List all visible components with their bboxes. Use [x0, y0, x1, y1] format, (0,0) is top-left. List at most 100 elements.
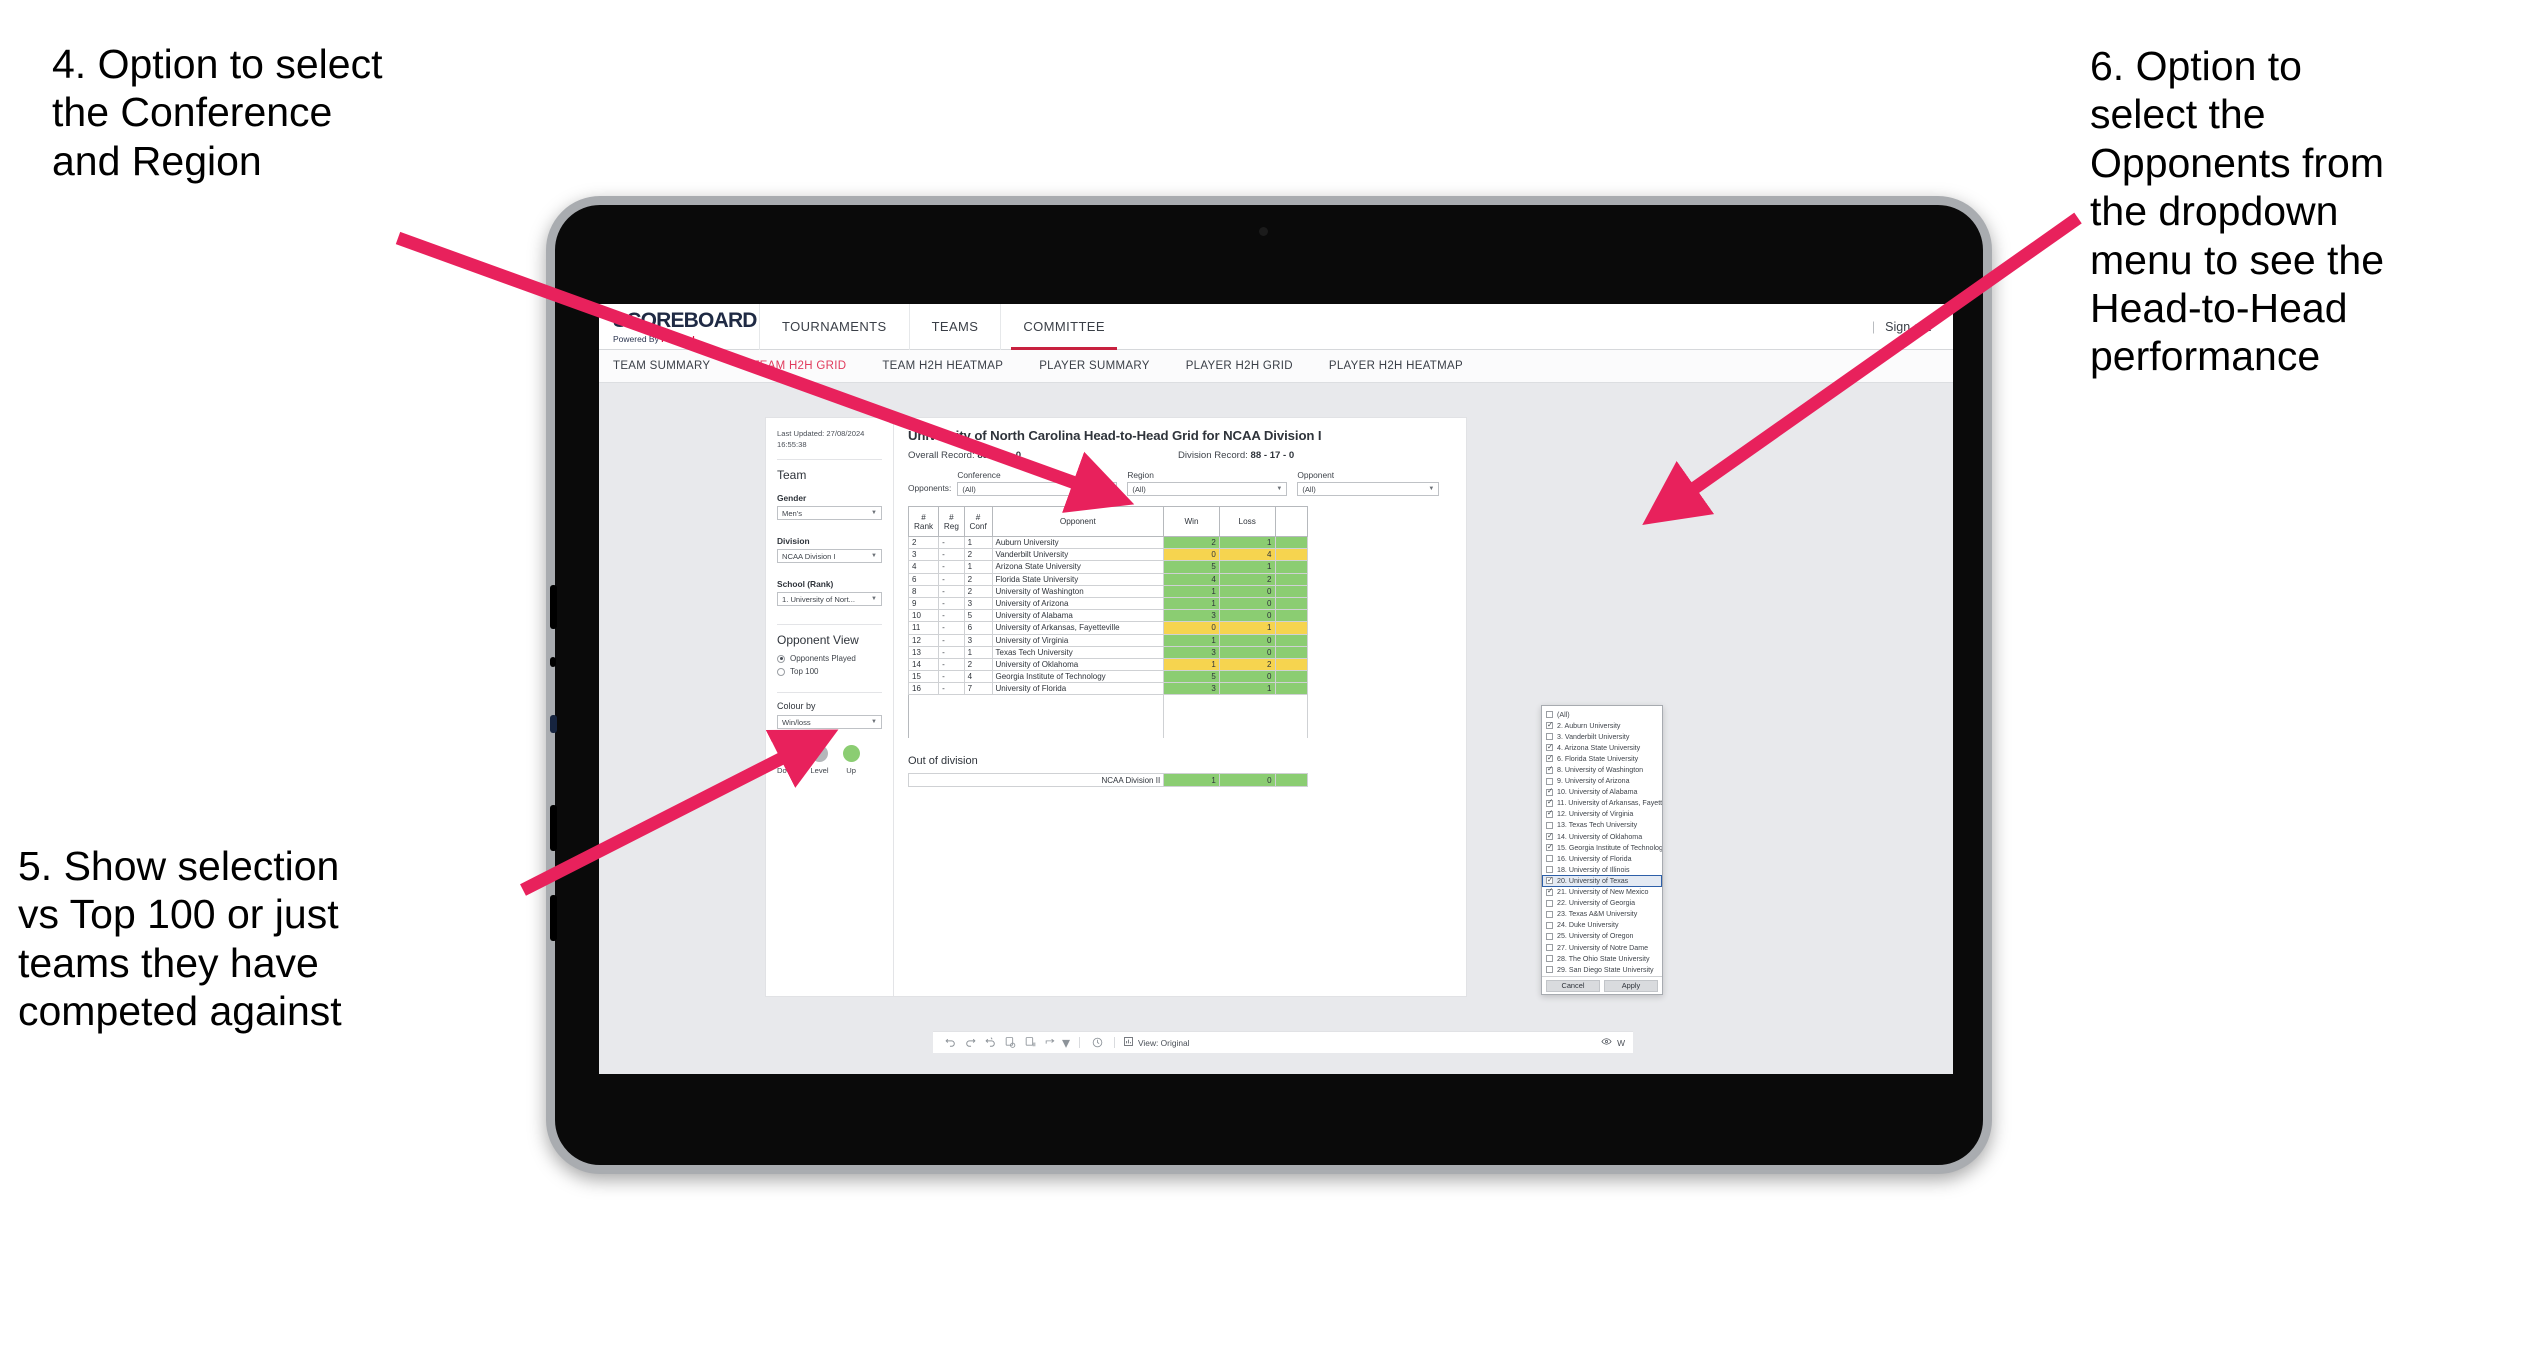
dropdown-item[interactable]: 12. University of Virginia: [1542, 809, 1662, 820]
checkbox-icon[interactable]: [1546, 876, 1553, 885]
subnav-team-summary[interactable]: TEAM SUMMARY: [613, 360, 734, 372]
checkbox-icon[interactable]: [1546, 866, 1553, 874]
checkbox-icon[interactable]: [1546, 899, 1553, 907]
dropdown-item[interactable]: 18. University of Illinois: [1542, 864, 1662, 875]
table-row[interactable]: 2-1 Auburn University 2 1: [907, 535, 1308, 550]
table-row[interactable]: 12-3 University of Virginia 1 0: [907, 633, 1308, 647]
dropdown-item[interactable]: 15. Georgia Institute of Technology: [1542, 842, 1662, 853]
cell-loss: 2: [1218, 657, 1276, 672]
revert-icon[interactable]: [981, 1035, 999, 1051]
table-row[interactable]: 9-3 University of Arizona 1 0: [907, 596, 1308, 611]
checkbox-icon[interactable]: [1546, 733, 1553, 741]
dropdown-item[interactable]: 25. University of Oregon: [1542, 931, 1662, 942]
checkbox-icon[interactable]: [1546, 966, 1553, 974]
dropdown-item[interactable]: 22. University of Georgia: [1542, 898, 1662, 909]
pause-updates-icon[interactable]: [1021, 1035, 1039, 1051]
subnav-team-h2h-grid[interactable]: TEAM H2H GRID: [734, 360, 864, 372]
opponent-filter-select[interactable]: (All) ▼: [1297, 482, 1440, 496]
table-row[interactable]: 10-5 University of Alabama 3 0: [907, 609, 1308, 623]
share-icon[interactable]: [1041, 1035, 1059, 1051]
dropdown-item-label: 15. Georgia Institute of Technology: [1557, 843, 1662, 852]
nav-teams[interactable]: TEAMS: [908, 304, 1001, 350]
subnav-player-h2h-grid[interactable]: PLAYER H2H GRID: [1168, 360, 1311, 372]
dropdown-item[interactable]: 6. Florida State University: [1542, 753, 1662, 764]
signout-link[interactable]: Sign out: [1885, 320, 1931, 334]
table-row[interactable]: 4-1 Arizona State University 5 1: [907, 560, 1308, 574]
dropdown-item[interactable]: 4. Arizona State University: [1542, 742, 1662, 753]
checkbox-icon[interactable]: [1546, 777, 1553, 785]
nav-committee[interactable]: COMMITTEE: [1000, 304, 1127, 350]
checkbox-icon[interactable]: [1546, 721, 1553, 730]
school-select[interactable]: 1. University of Nort... ▼: [777, 592, 882, 606]
radio-top-100[interactable]: Top 100: [777, 667, 882, 676]
dropdown-item[interactable]: 20. University of Texas: [1542, 875, 1662, 887]
table-row[interactable]: 15-4 Georgia Institute of Technology 5 0: [907, 670, 1308, 684]
watch-icon[interactable]: [1601, 1036, 1612, 1049]
view-original-button[interactable]: View: Original: [1123, 1036, 1190, 1049]
subnav-player-h2h-heatmap[interactable]: PLAYER H2H HEATMAP: [1311, 360, 1481, 372]
radio-opponents-played[interactable]: Opponents Played: [777, 654, 882, 663]
chevron-down-icon[interactable]: ▾: [1061, 1035, 1071, 1052]
dropdown-item[interactable]: 29. San Diego State University: [1542, 964, 1662, 975]
checkbox-icon[interactable]: [1546, 955, 1553, 963]
checkbox-icon[interactable]: [1546, 787, 1553, 796]
checkbox-icon[interactable]: [1546, 887, 1553, 896]
dropdown-item[interactable]: (All): [1542, 709, 1662, 720]
dropdown-item[interactable]: 11. University of Arkansas, Fayetteville: [1542, 798, 1662, 809]
table-row[interactable]: 13-1 Texas Tech University 3 0: [907, 645, 1308, 659]
table-row[interactable]: 3-2 Vanderbilt University 0 4: [907, 548, 1308, 562]
checkbox-icon[interactable]: [1546, 798, 1553, 807]
checkbox-icon[interactable]: [1546, 855, 1553, 863]
checkbox-icon[interactable]: [1546, 821, 1553, 829]
checkbox-icon[interactable]: [1546, 809, 1553, 818]
redo-icon[interactable]: [961, 1035, 979, 1051]
dropdown-item[interactable]: 9. University of Arizona: [1542, 776, 1662, 787]
checkbox-icon[interactable]: [1546, 832, 1553, 841]
out-of-division-row[interactable]: NCAA Division II 1 0: [907, 773, 1309, 788]
table-row[interactable]: 6-2 Florida State University 4 2: [907, 572, 1308, 586]
h2h-grid-table: # Rank # Reg # Conf Opponent Win Loss 2-1 Au…: [907, 506, 1308, 740]
gender-select[interactable]: Men's ▼: [777, 506, 882, 520]
checkbox-icon[interactable]: [1546, 843, 1553, 852]
dropdown-item[interactable]: 24. Duke University: [1542, 920, 1662, 931]
table-row[interactable]: 14-2 University of Oklahoma 1 2: [907, 657, 1308, 672]
division-select[interactable]: NCAA Division I ▼: [777, 549, 882, 563]
checkbox-icon[interactable]: [1546, 910, 1553, 918]
colour-by-select[interactable]: Win/loss ▼: [777, 715, 882, 729]
dropdown-item[interactable]: 10. University of Alabama: [1542, 787, 1662, 798]
checkbox-icon[interactable]: [1546, 932, 1553, 940]
checkbox-icon[interactable]: [1546, 711, 1553, 719]
subnav-player-summary[interactable]: PLAYER SUMMARY: [1021, 360, 1168, 372]
checkbox-icon[interactable]: [1546, 765, 1553, 774]
dropdown-item[interactable]: 3. Vanderbilt University: [1542, 731, 1662, 742]
refresh-data-icon[interactable]: [1001, 1035, 1019, 1051]
table-row[interactable]: 16-7 University of Florida 3 1: [907, 682, 1308, 696]
table-row[interactable]: 11-6 University of Arkansas, Fayetteville…: [907, 621, 1308, 635]
history-icon[interactable]: [1088, 1035, 1106, 1051]
dropdown-item[interactable]: 27. University of Notre Dame: [1542, 942, 1662, 953]
checkbox-icon[interactable]: [1546, 743, 1553, 752]
dropdown-item[interactable]: 16. University of Florida: [1542, 853, 1662, 864]
dropdown-item[interactable]: 8. University of Washington: [1542, 764, 1662, 775]
conference-filter-select[interactable]: (All) ▼: [957, 482, 1118, 496]
dropdown-item[interactable]: 28. The Ohio State University: [1542, 953, 1662, 964]
nav-tournaments[interactable]: TOURNAMENTS: [759, 304, 909, 350]
region-filter-select[interactable]: (All) ▼: [1127, 482, 1288, 496]
dropdown-item[interactable]: 14. University of Oklahoma: [1542, 831, 1662, 842]
opponent-dropdown-list[interactable]: (All) 2. Auburn University 3. Vanderbilt U…: [1542, 706, 1662, 976]
table-row[interactable]: 8-2 University of Washington 1 0: [907, 584, 1308, 598]
dropdown-item[interactable]: 13. Texas Tech University: [1542, 820, 1662, 831]
checkbox-icon[interactable]: [1546, 944, 1553, 952]
dropdown-item[interactable]: 2. Auburn University: [1542, 720, 1662, 731]
primary-nav: TOURNAMENTS TEAMS COMMITTEE: [759, 304, 1127, 350]
brand-logo[interactable]: SCOREBOARD Powered By Fanfood: [599, 304, 759, 349]
subnav-team-h2h-heatmap[interactable]: TEAM H2H HEATMAP: [864, 360, 1021, 372]
cancel-button[interactable]: Cancel: [1546, 979, 1600, 992]
brand-name: SCOREBOARD: [613, 309, 757, 332]
checkbox-icon[interactable]: [1546, 921, 1553, 929]
checkbox-icon[interactable]: [1546, 754, 1553, 763]
dropdown-item[interactable]: 21. University of New Mexico: [1542, 887, 1662, 898]
dropdown-item[interactable]: 23. Texas A&M University: [1542, 909, 1662, 920]
apply-button[interactable]: Apply: [1604, 979, 1658, 992]
undo-icon[interactable]: [941, 1035, 959, 1051]
